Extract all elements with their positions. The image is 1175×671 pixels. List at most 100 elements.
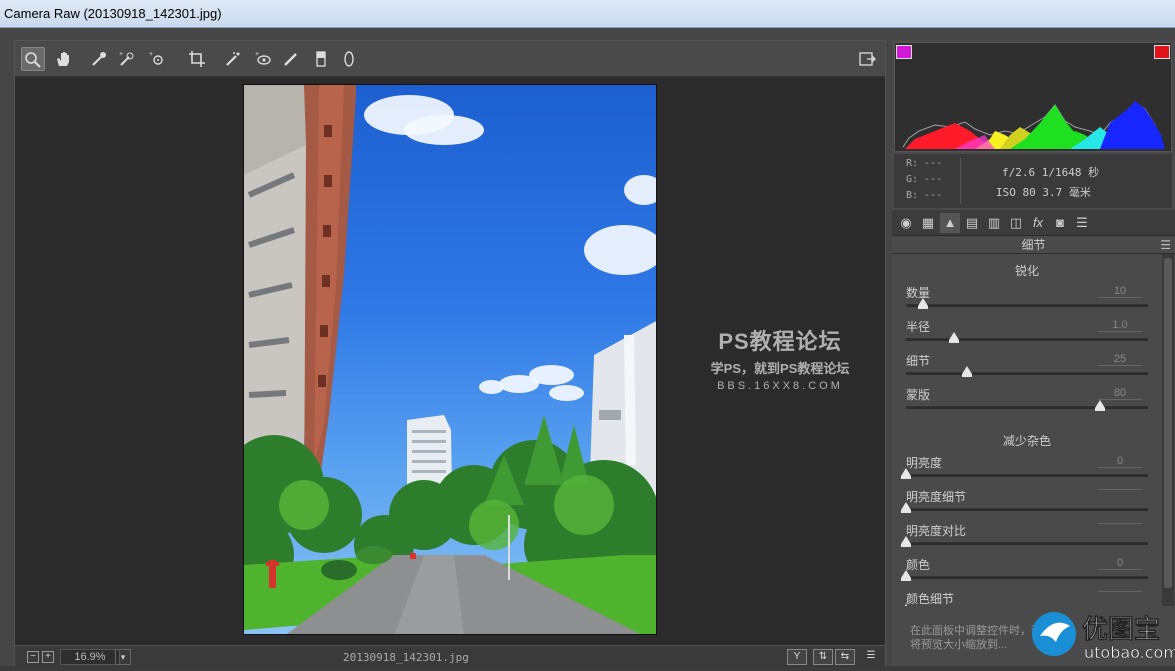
adjustment-panel: R: --- G: --- B: --- f/2.6 1/1648 秒 ISO …: [892, 40, 1175, 666]
slider-track[interactable]: [906, 406, 1148, 409]
zoom-dropdown[interactable]: ▾: [115, 649, 131, 665]
zoom-icon[interactable]: [21, 47, 45, 71]
tone-curve-tab-icon[interactable]: ▦: [918, 213, 938, 233]
slider-track[interactable]: [906, 338, 1148, 341]
slider-sharpen-1[interactable]: 半径 1.0: [904, 318, 1150, 352]
panel-menu-icon[interactable]: ☰: [1160, 238, 1171, 252]
split-toning-tab-icon[interactable]: ▥: [984, 213, 1004, 233]
blue-value: B: ---: [906, 190, 943, 201]
slider-value-input[interactable]: [1098, 523, 1142, 524]
window-title: Camera Raw (20130918_142301.jpg): [4, 6, 222, 21]
slider-noise-2[interactable]: 明亮度对比: [901, 522, 1150, 556]
watermark-subtitle: 学PS，就到PS教程论坛: [710, 361, 850, 376]
panel-tabs: ◉ ▦ ▲ ▤ ▥ ◫ fx ◙ ☰: [892, 210, 1175, 236]
view-settings-button[interactable]: ☰: [861, 649, 881, 665]
slider-label: 颜色细节: [906, 592, 955, 606]
slider-noise-1[interactable]: 明亮度细节: [901, 488, 1150, 522]
iso-focal-length: ISO 80 3.7 毫米: [996, 186, 1091, 199]
slider-label: 明亮度: [906, 456, 943, 470]
slider-value-input[interactable]: 0: [1098, 455, 1142, 468]
slider-value-input[interactable]: 0: [1098, 557, 1142, 570]
zoom-in-button[interactable]: +: [42, 651, 54, 663]
histogram: [894, 42, 1172, 152]
zoom-out-button[interactable]: −: [27, 651, 39, 663]
slider-sharpen-3[interactable]: 蒙版 80: [904, 386, 1150, 420]
slider-track[interactable]: [906, 542, 1148, 545]
before-after-view-button[interactable]: Y: [787, 649, 807, 665]
radial-filter-icon[interactable]: [337, 47, 361, 71]
slider-value-input[interactable]: [1098, 489, 1142, 490]
scroll-thumb[interactable]: [1164, 258, 1172, 588]
slider-thumb[interactable]: [917, 298, 928, 309]
hint-text: 在此面板中调整控件时，请将预览大小缩放到...: [910, 625, 1042, 651]
sharpening-heading: 锐化: [1014, 264, 1039, 278]
slider-value-input[interactable]: 10: [1098, 285, 1142, 298]
detail-tab-icon[interactable]: ▲: [940, 213, 960, 233]
zoom-level[interactable]: 16.9%: [60, 649, 120, 665]
slider-value-input[interactable]: 1.0: [1098, 319, 1142, 332]
slider-thumb[interactable]: [1094, 400, 1105, 411]
slider-sharpen-0[interactable]: 数量 10: [904, 284, 1150, 318]
slider-label: 细节: [906, 354, 931, 368]
swap-settings-button[interactable]: ⇅: [813, 649, 833, 665]
slider-thumb[interactable]: [901, 468, 911, 479]
color-sampler-icon[interactable]: +: [115, 47, 139, 71]
export-icon[interactable]: [855, 47, 879, 71]
status-bar: − + 16.9% ▾ 20130918_142301.jpg Y ⇅ ⇆ ☰: [15, 645, 885, 667]
slider-thumb[interactable]: [901, 502, 911, 513]
white-balance-icon[interactable]: [87, 47, 111, 71]
camera-raw-window: Camera Raw (20130918_142301.jpg) + + + P…: [0, 0, 1175, 667]
slider-noise-3[interactable]: 颜色 0: [901, 556, 1150, 590]
brand-url: utobao.com: [1084, 643, 1175, 662]
presets-tab-icon[interactable]: ☰: [1072, 213, 1092, 233]
green-value: G: ---: [906, 174, 943, 185]
slider-thumb[interactable]: [901, 604, 911, 606]
noise-reduction-heading: 减少杂色: [1002, 434, 1051, 448]
slider-thumb[interactable]: [901, 570, 911, 581]
basic-tab-icon[interactable]: ◉: [896, 213, 916, 233]
slider-value-input[interactable]: 25: [1098, 353, 1142, 366]
brand-name: 优图宝: [1082, 614, 1160, 645]
slider-track[interactable]: [906, 576, 1148, 579]
adjustment-brush-icon[interactable]: [279, 47, 303, 71]
slider-value-input[interactable]: [1098, 591, 1142, 592]
aperture-shutter: f/2.6 1/1648 秒: [1002, 166, 1100, 179]
brand-logo: 优图宝 utobao.com: [1030, 604, 1175, 666]
slider-track[interactable]: [906, 474, 1148, 477]
hand-icon[interactable]: [51, 47, 75, 71]
slider-thumb[interactable]: [961, 366, 972, 377]
lens-corrections-tab-icon[interactable]: ◫: [1006, 213, 1026, 233]
slider-label: 明亮度对比: [906, 524, 967, 538]
svg-text:+: +: [119, 51, 123, 58]
image-preview[interactable]: [243, 84, 657, 635]
copy-settings-button[interactable]: ⇆: [835, 649, 855, 665]
crop-icon[interactable]: [185, 47, 209, 71]
panel-scrollbar[interactable]: [1162, 254, 1174, 606]
red-value: R: ---: [906, 158, 943, 169]
effects-tab-icon[interactable]: fx: [1028, 213, 1048, 233]
slider-sharpen-2[interactable]: 细节 25: [904, 352, 1150, 386]
slider-label: 明亮度细节: [906, 490, 967, 504]
slider-track[interactable]: [906, 508, 1148, 511]
toolbar: + + +: [15, 41, 885, 77]
slider-track[interactable]: [906, 372, 1148, 375]
slider-noise-0[interactable]: 明亮度 0: [901, 454, 1150, 488]
slider-thumb[interactable]: [949, 332, 960, 343]
slider-value-input[interactable]: 80: [1098, 387, 1142, 400]
slider-label: 蒙版: [906, 388, 931, 402]
camera-calibration-tab-icon[interactable]: ◙: [1050, 213, 1070, 233]
slider-thumb[interactable]: [901, 536, 911, 547]
detail-panel: 锐化 减少杂色 数量 10 半径 1.0 细节 25 蒙版 80 明亮度 0 明亮度细节 明亮度对比颜…: [894, 254, 1160, 606]
svg-text:+: +: [149, 51, 153, 58]
file-name: 20130918_142301.jpg: [343, 651, 469, 664]
hsl-tab-icon[interactable]: ▤: [962, 213, 982, 233]
watermark: PS教程论坛 学PS，就到PS教程论坛 BBS.16XX8.COM: [705, 324, 855, 392]
spot-removal-icon[interactable]: [221, 47, 245, 71]
red-eye-icon[interactable]: +: [251, 47, 275, 71]
slider-label: 半径: [906, 320, 931, 334]
target-adjust-icon[interactable]: +: [145, 47, 169, 71]
title-bar: Camera Raw (20130918_142301.jpg): [0, 0, 1175, 28]
graduated-filter-icon[interactable]: [309, 47, 333, 71]
slider-track[interactable]: [906, 304, 1148, 307]
svg-text:+: +: [255, 51, 259, 58]
